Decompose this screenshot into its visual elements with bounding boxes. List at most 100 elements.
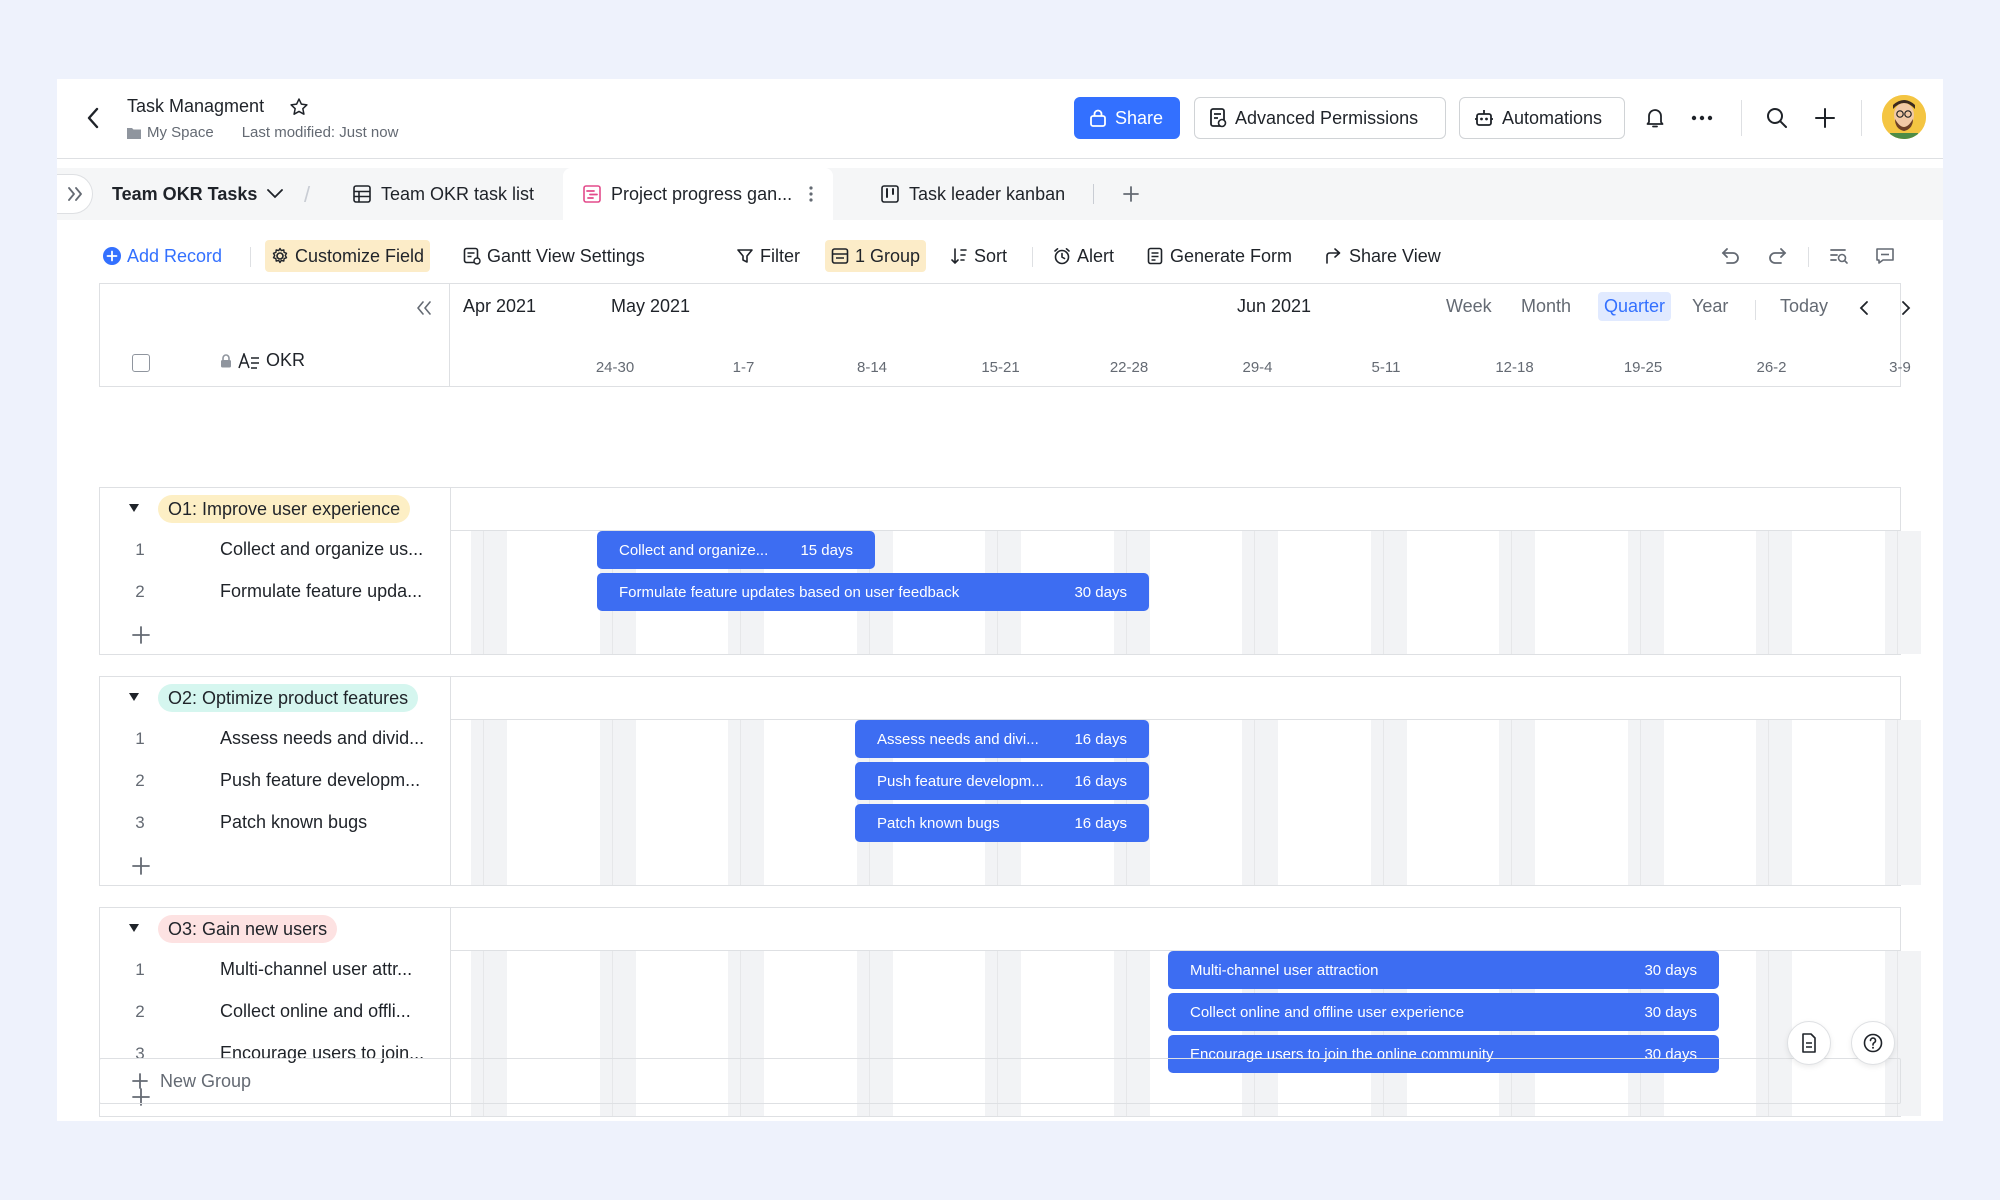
more-icon[interactable]	[1686, 102, 1718, 134]
doc-title[interactable]: Task Managment	[127, 96, 264, 117]
okr-group: O1: Improve user experience 1 Collect and …	[99, 487, 1921, 655]
record-title[interactable]: Push feature developm...	[220, 770, 420, 791]
generate-form-button[interactable]: Generate Form	[1140, 240, 1298, 272]
space-label[interactable]: My Space	[147, 124, 214, 141]
row-number: 1	[135, 960, 145, 979]
share-label: Share	[1115, 107, 1164, 128]
filter-button[interactable]: Filter	[730, 240, 806, 272]
record-title[interactable]: Collect and organize us...	[220, 539, 423, 560]
tab-team-okr-task-list[interactable]: Team OKR task list	[353, 168, 534, 220]
scale-month[interactable]: Month	[1515, 292, 1577, 321]
collapse-left-icon[interactable]	[408, 292, 440, 324]
tab-task-leader-kanban[interactable]: Task leader kanban	[881, 168, 1065, 220]
prev-period-icon[interactable]	[1848, 292, 1880, 324]
gantt-bar[interactable]: Formulate feature updates based on user …	[597, 573, 1149, 611]
automations-button[interactable]: Automations	[1459, 97, 1625, 139]
add-record-button[interactable]: Add Record	[97, 240, 228, 272]
week-label: 12-18	[1495, 359, 1534, 376]
tab-label: Team OKR task list	[381, 183, 535, 204]
last-modified: Last modified: Just now	[241, 124, 399, 141]
gantt-view-settings-button[interactable]: Gantt View Settings	[457, 240, 651, 272]
star-icon[interactable]	[283, 91, 315, 123]
advanced-permissions-button[interactable]: Advanced Permissions	[1194, 97, 1446, 139]
group-label: 1 Group	[855, 245, 921, 266]
collapse-group-icon[interactable]	[128, 692, 140, 702]
record-title[interactable]: Assess needs and divid...	[220, 728, 424, 749]
bar-duration: 16 days	[1074, 730, 1127, 748]
group-name-pill[interactable]: O3: Gain new users	[158, 915, 338, 943]
add-view-icon[interactable]	[1115, 178, 1147, 210]
bar-duration: 16 days	[1074, 814, 1127, 832]
gantt-bar[interactable]: Push feature developm... 16 days	[855, 762, 1149, 800]
permission-doc-icon	[1209, 108, 1227, 128]
bar-label: Assess needs and divi...	[877, 730, 1039, 748]
new-group-button[interactable]: New Group	[99, 1058, 1901, 1104]
back-icon[interactable]	[77, 102, 109, 134]
avatar[interactable]	[1882, 95, 1926, 139]
month-label: May 2021	[611, 296, 691, 316]
share-arrow-icon	[1325, 247, 1343, 265]
select-all-checkbox[interactable]	[132, 354, 150, 372]
base-name: Team OKR Tasks	[112, 183, 258, 204]
base-selector[interactable]: Team OKR Tasks	[112, 168, 284, 220]
add-record-label: Add Record	[127, 245, 223, 266]
tab-bar: Team OKR Tasks / Team OKR task list Proj…	[57, 168, 1943, 220]
gantt-bar[interactable]: Multi-channel user attraction 30 days	[1168, 951, 1719, 989]
sort-button[interactable]: Sort	[944, 240, 1013, 272]
group-name-pill[interactable]: O2: Optimize product features	[158, 684, 419, 712]
form-icon	[1146, 247, 1164, 265]
bar-label: Multi-channel user attraction	[1190, 961, 1379, 979]
gantt-bar[interactable]: Collect online and offline user experien…	[1168, 993, 1719, 1031]
gantt-bar[interactable]: Patch known bugs 16 days	[855, 804, 1149, 842]
gantt-settings-icon	[463, 247, 481, 265]
advanced-permissions-label: Advanced Permissions	[1235, 107, 1419, 128]
expand-sidebar-icon[interactable]	[57, 174, 93, 214]
week-label: 5-11	[1371, 359, 1401, 376]
scale-week[interactable]: Week	[1440, 292, 1498, 321]
bar-label: Push feature developm...	[877, 772, 1044, 790]
scale-year[interactable]: Year	[1686, 292, 1734, 321]
today-button[interactable]: Today	[1774, 292, 1834, 321]
tab-project-progress-gantt[interactable]: Project progress gan...	[563, 168, 833, 220]
help-button[interactable]	[1851, 1021, 1895, 1065]
bar-duration: 30 days	[1644, 1003, 1697, 1021]
redo-icon[interactable]	[1761, 240, 1793, 272]
collapse-group-icon[interactable]	[128, 923, 140, 933]
record-title[interactable]: Multi-channel user attr...	[220, 959, 412, 980]
tab-more-icon[interactable]	[809, 186, 813, 202]
record-title[interactable]: Patch known bugs	[220, 812, 367, 833]
gantt-bar[interactable]: Collect and organize... 15 days	[597, 531, 875, 569]
gantt-settings-label: Gantt View Settings	[487, 245, 645, 266]
customize-field-button[interactable]: Customize Field	[265, 240, 431, 272]
scale-quarter[interactable]: Quarter	[1598, 292, 1672, 321]
add-row-icon[interactable]	[132, 857, 150, 875]
alarm-clock-icon	[1053, 247, 1071, 265]
okr-field-header[interactable]: OKR	[220, 350, 305, 371]
share-view-button[interactable]: Share View	[1319, 240, 1447, 272]
record-title[interactable]: Collect online and offli...	[220, 1001, 411, 1022]
group-name-pill[interactable]: O1: Improve user experience	[158, 495, 411, 523]
collapse-group-icon[interactable]	[128, 503, 140, 513]
gantt-header: OKR 24-30 1-7 8-14 15-21 22-28 29-4 5-11 12-18 1…	[99, 283, 1911, 387]
record-title[interactable]: Formulate feature upda...	[220, 581, 422, 602]
alert-button[interactable]: Alert	[1047, 240, 1120, 272]
comment-icon[interactable]	[1869, 240, 1901, 272]
question-icon	[1863, 1033, 1883, 1053]
gantt-bar[interactable]: Assess needs and divi... 16 days	[855, 720, 1149, 758]
new-group-label: New Group	[160, 1070, 252, 1091]
bell-icon[interactable]	[1639, 102, 1671, 134]
undo-icon[interactable]	[1715, 240, 1747, 272]
add-row-icon[interactable]	[132, 626, 150, 644]
chevron-down-icon	[267, 189, 284, 199]
doc-help-button[interactable]	[1787, 1021, 1831, 1065]
week-label: 8-14	[856, 359, 888, 376]
search-icon[interactable]	[1761, 102, 1793, 134]
okr-group: O2: Optimize product features 1 Assess nee…	[99, 676, 1921, 886]
next-period-icon[interactable]	[1890, 292, 1922, 324]
find-records-icon[interactable]	[1823, 240, 1855, 272]
plus-icon[interactable]	[1809, 102, 1841, 134]
week-label: 1-7	[732, 359, 755, 376]
group-button[interactable]: 1 Group	[825, 240, 927, 272]
bar-duration: 16 days	[1074, 772, 1127, 790]
share-button[interactable]: Share	[1074, 97, 1180, 139]
